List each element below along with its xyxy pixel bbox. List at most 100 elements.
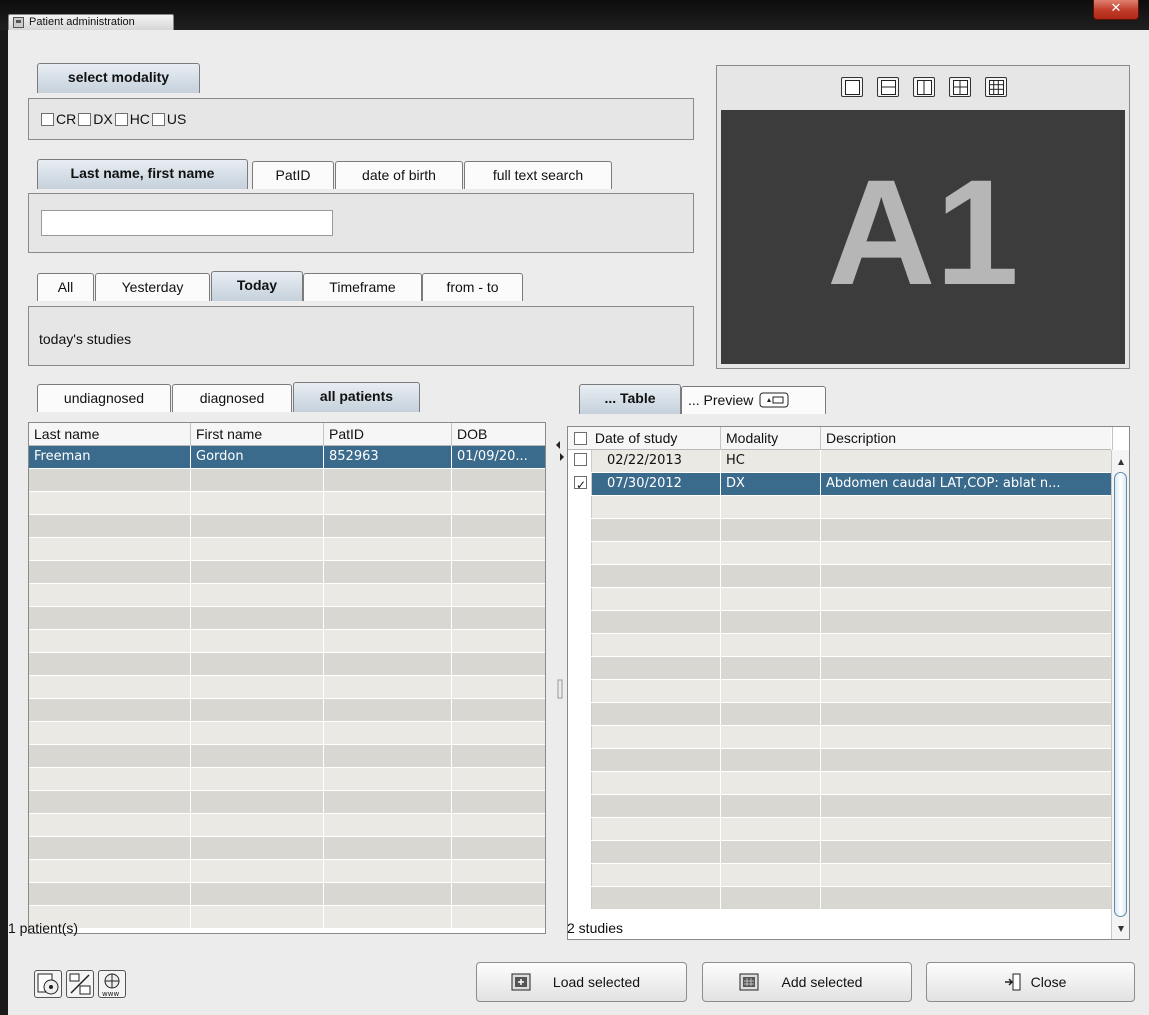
search-tab[interactable]: PatID bbox=[252, 161, 334, 189]
tab-label: full text search bbox=[492, 167, 584, 183]
study-checkbox[interactable] bbox=[574, 474, 587, 495]
tab-label: Yesterday bbox=[121, 279, 184, 295]
add-selected-button[interactable]: Add selected bbox=[702, 962, 912, 1002]
studies-table: Date of study Modality Description 02/22… bbox=[567, 426, 1130, 940]
col-first-name[interactable]: First name bbox=[191, 423, 324, 446]
date-tab[interactable]: All bbox=[37, 273, 94, 301]
col-last-name[interactable]: Last name bbox=[29, 423, 191, 446]
study-checkbox-cell bbox=[568, 496, 592, 518]
col-description[interactable]: Description bbox=[821, 427, 1113, 450]
network-button[interactable] bbox=[66, 970, 94, 998]
study-cell bbox=[721, 864, 821, 886]
study-cell bbox=[592, 818, 721, 840]
layout-3x3-button[interactable] bbox=[985, 77, 1007, 97]
scroll-down-icon[interactable] bbox=[1112, 921, 1130, 937]
studies-scrollbar[interactable] bbox=[1111, 450, 1129, 939]
search-tab[interactable]: Last name, first name bbox=[37, 159, 248, 189]
patient-cell bbox=[191, 745, 324, 767]
patient-cell bbox=[452, 607, 545, 629]
col-dob[interactable]: DOB bbox=[452, 423, 545, 446]
window-close-button[interactable]: ✕ bbox=[1093, 0, 1139, 20]
patient-cell: 852963 bbox=[324, 446, 452, 468]
modality-checkbox[interactable] bbox=[78, 113, 92, 126]
study-cell bbox=[821, 864, 1113, 886]
pane-splitter[interactable] bbox=[554, 410, 568, 970]
cd-import-button[interactable] bbox=[34, 970, 62, 998]
modality-option[interactable]: US bbox=[151, 111, 187, 127]
scrollbar-thumb[interactable] bbox=[1114, 472, 1127, 917]
patient-cell bbox=[324, 699, 452, 721]
patient-cell bbox=[191, 607, 324, 629]
patient-cell bbox=[324, 768, 452, 790]
tab-label: ... Preview bbox=[688, 392, 754, 408]
www-button[interactable]: www bbox=[98, 970, 126, 998]
patient-tab[interactable]: undiagnosed bbox=[37, 384, 171, 412]
modality-checkbox[interactable] bbox=[41, 113, 54, 126]
close-button[interactable]: Close bbox=[926, 962, 1135, 1002]
study-cell bbox=[821, 726, 1113, 748]
modality-checkbox[interactable] bbox=[151, 113, 165, 126]
col-patid[interactable]: PatID bbox=[324, 423, 452, 446]
search-tab[interactable]: date of birth bbox=[335, 161, 463, 189]
study-row bbox=[568, 565, 1113, 588]
studies-count: 2 studies bbox=[567, 920, 624, 936]
study-cell bbox=[721, 611, 821, 633]
study-tab[interactable]: ... Preview bbox=[681, 386, 826, 414]
study-cell bbox=[592, 496, 721, 518]
patient-cell bbox=[452, 768, 545, 790]
col-modality[interactable]: Modality bbox=[721, 427, 821, 450]
study-cell bbox=[592, 565, 721, 587]
study-tab[interactable]: ... Table bbox=[579, 384, 681, 414]
date-tab[interactable]: Timeframe bbox=[303, 273, 422, 301]
study-row bbox=[568, 634, 1113, 657]
select-all-checkbox[interactable] bbox=[574, 432, 587, 445]
modality-checkbox[interactable] bbox=[114, 113, 128, 126]
load-selected-button[interactable]: Load selected bbox=[476, 962, 687, 1002]
col-date-of-study[interactable]: Date of study bbox=[568, 427, 721, 450]
patient-cell bbox=[324, 722, 452, 744]
patient-cell bbox=[29, 768, 191, 790]
study-cell bbox=[592, 634, 721, 656]
patient-cell: Gordon bbox=[191, 446, 324, 468]
preview-toggle-icon[interactable] bbox=[753, 392, 789, 408]
study-row[interactable]: 07/30/2012DXAbdomen caudal LAT,COP: abla… bbox=[568, 473, 1113, 496]
scroll-up-icon[interactable] bbox=[1112, 454, 1130, 470]
patient-tab[interactable]: diagnosed bbox=[172, 384, 292, 412]
modality-label: US bbox=[166, 111, 187, 127]
patient-tab[interactable]: all patients bbox=[293, 382, 420, 412]
date-tab[interactable]: Today bbox=[211, 271, 303, 301]
study-row[interactable]: 02/22/2013 HC bbox=[568, 450, 1113, 473]
study-cell bbox=[721, 818, 821, 840]
patient-cell bbox=[452, 538, 545, 560]
patient-row[interactable]: Freeman Gordon 852963 01/09/20... bbox=[29, 446, 545, 469]
modality-option[interactable]: DX bbox=[78, 111, 113, 127]
study-row bbox=[568, 496, 1113, 519]
modality-option[interactable]: CR bbox=[41, 111, 76, 127]
study-row bbox=[568, 772, 1113, 795]
modality-label: CR bbox=[56, 111, 77, 127]
layout-2-rows-button[interactable] bbox=[877, 77, 899, 97]
modality-option[interactable]: HC bbox=[114, 111, 150, 127]
study-cell bbox=[592, 795, 721, 817]
add-icon bbox=[739, 973, 759, 991]
patient-row bbox=[29, 538, 545, 561]
svg-text:www: www bbox=[102, 990, 119, 997]
search-tab[interactable]: full text search bbox=[464, 161, 612, 189]
tab-select-modality[interactable]: select modality bbox=[37, 63, 200, 93]
study-cell bbox=[721, 887, 821, 909]
layout-2x2-button[interactable] bbox=[949, 77, 971, 97]
patient-cell bbox=[29, 561, 191, 583]
search-input[interactable] bbox=[41, 210, 333, 236]
date-tab[interactable]: from - to bbox=[422, 273, 523, 301]
patient-cell bbox=[191, 561, 324, 583]
layout-2-cols-button[interactable] bbox=[913, 77, 935, 97]
patient-cell bbox=[29, 699, 191, 721]
date-tab[interactable]: Yesterday bbox=[95, 273, 210, 301]
study-row bbox=[568, 588, 1113, 611]
layout-1x1-button[interactable] bbox=[841, 77, 863, 97]
study-cell bbox=[592, 887, 721, 909]
study-checkbox-cell bbox=[568, 680, 592, 702]
study-checkbox[interactable] bbox=[574, 453, 587, 466]
add-selected-label: Add selected bbox=[781, 974, 863, 990]
tab-label: diagnosed bbox=[199, 390, 265, 406]
